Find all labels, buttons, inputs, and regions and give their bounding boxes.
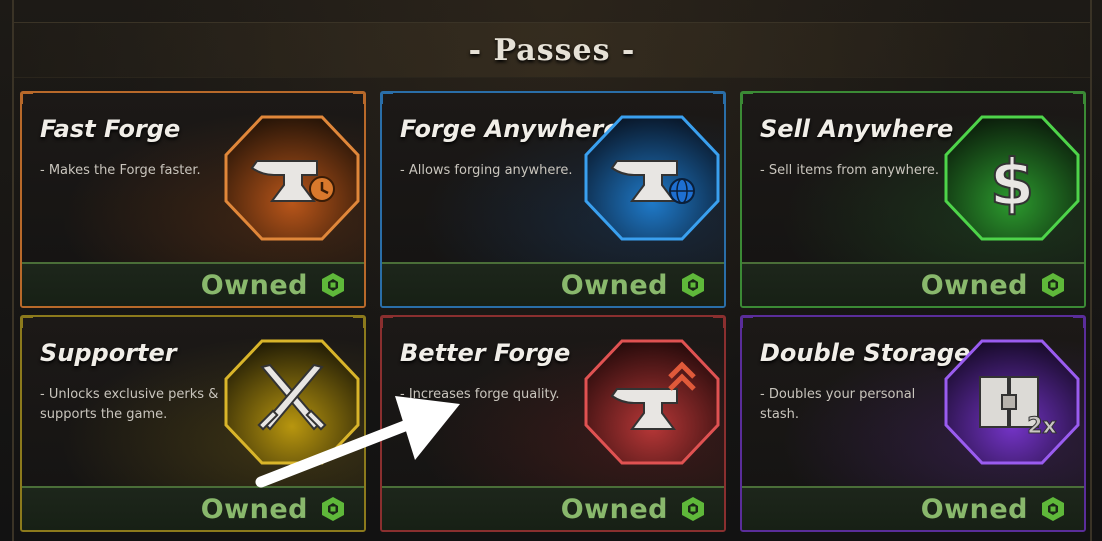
robux-icon — [322, 273, 344, 297]
robux-icon — [1042, 497, 1064, 521]
owned-status: Owned — [382, 262, 724, 306]
pass-card-sell-anywhere[interactable]: Sell Anywhere - Sell items from anywhere… — [740, 91, 1086, 308]
pass-name: Supporter — [40, 339, 177, 367]
page-title: - Passes - — [468, 32, 636, 68]
robux-icon — [682, 273, 704, 297]
anvil-upgrade-icon — [584, 339, 720, 465]
pass-name: Better Forge — [400, 339, 571, 367]
anvil-clock-icon — [224, 115, 360, 241]
pass-description: - Unlocks exclusive perks & supports the… — [40, 387, 219, 422]
double-chest-icon: 2x — [944, 339, 1080, 465]
pass-description: - Makes the Forge faster. — [40, 163, 201, 178]
pass-description: - Allows forging anywhere. — [400, 163, 573, 178]
badge-2x: 2x — [1027, 414, 1057, 439]
pass-name: Fast Forge — [40, 115, 181, 143]
dollar-icon: $ — [944, 115, 1080, 241]
robux-icon — [1042, 273, 1064, 297]
pass-card-double-storage[interactable]: Double Storage - Doubles your personal s… — [740, 315, 1086, 532]
owned-label: Owned — [920, 269, 1028, 301]
pass-name: Sell Anywhere — [760, 115, 954, 143]
owned-label: Owned — [200, 269, 308, 301]
pass-name: Double Storage — [760, 339, 971, 367]
owned-label: Owned — [560, 269, 668, 301]
owned-status: Owned — [742, 262, 1084, 306]
anvil-globe-icon — [584, 115, 720, 241]
owned-status: Owned — [22, 262, 364, 306]
owned-label: Owned — [560, 493, 668, 525]
pass-card-forge-anywhere[interactable]: Forge Anywhere - Allows forging anywhere… — [380, 91, 726, 308]
svg-text:$: $ — [990, 147, 1035, 221]
owned-label: Owned — [920, 493, 1028, 525]
pass-description: - Doubles your personal stash. — [760, 387, 916, 422]
robux-icon — [682, 497, 704, 521]
pass-card-fast-forge[interactable]: Fast Forge - Makes the Forge faster. Own… — [20, 91, 366, 308]
passes-panel: - Passes - Fast Forge - Makes the Forge … — [0, 0, 1102, 541]
annotation-arrow-icon — [255, 396, 460, 488]
pass-description: - Sell items from anywhere. — [760, 163, 940, 178]
title-bar: - Passes - — [14, 22, 1090, 78]
owned-status: Owned — [742, 486, 1084, 530]
